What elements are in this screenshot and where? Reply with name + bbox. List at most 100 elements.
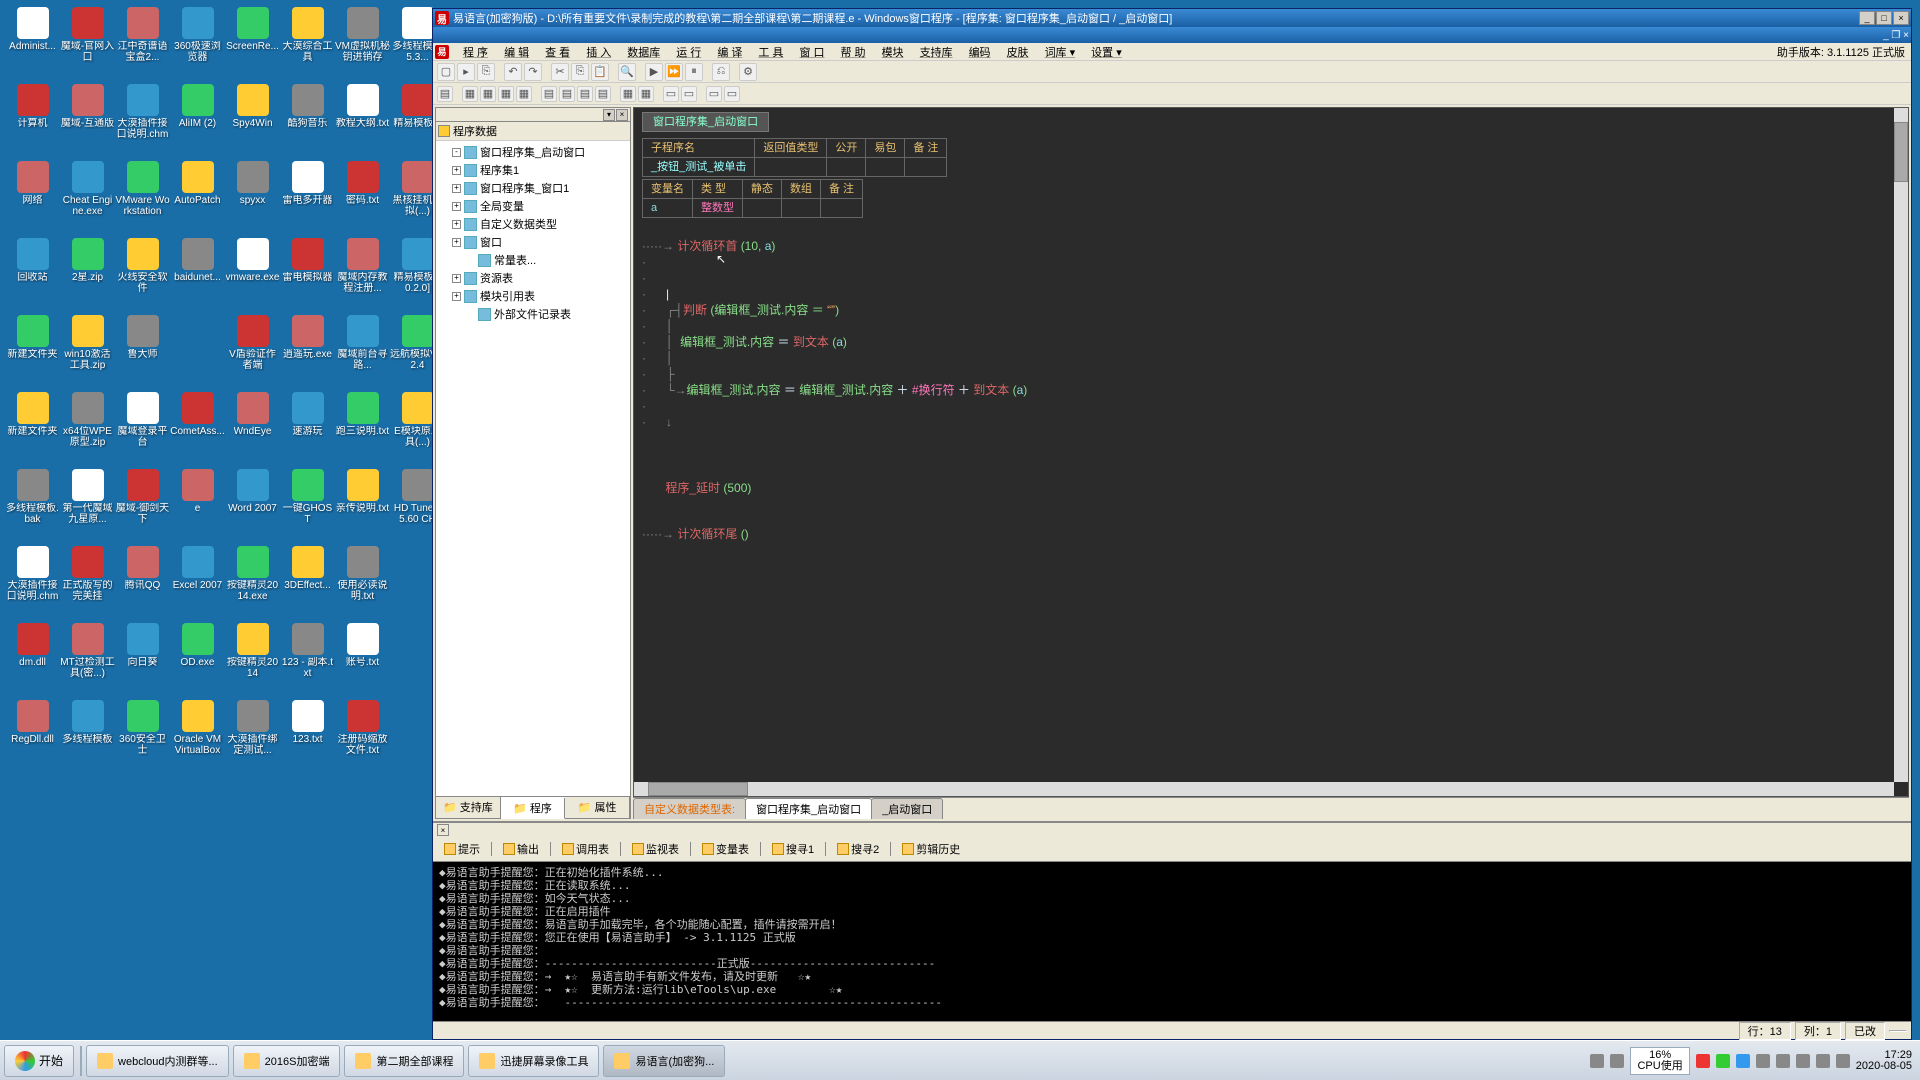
editor-vscrollbar[interactable]: [1894, 108, 1908, 782]
cpu-meter[interactable]: 16% CPU使用: [1630, 1047, 1689, 1075]
code-editor[interactable]: 窗口程序集_启动窗口 子程序名返回值类型公开易包备 注 _按钮_测试_被单击 变…: [633, 107, 1909, 797]
desktop-shortcut[interactable]: Spy4Win: [225, 82, 280, 157]
desktop-shortcut[interactable]: Oracle VM VirtualBox: [170, 698, 225, 773]
tray-icon[interactable]: [1816, 1054, 1830, 1068]
desktop-shortcut[interactable]: Word 2007: [225, 467, 280, 542]
desktop-shortcut[interactable]: 新建文件夹: [5, 390, 60, 465]
desktop-shortcut[interactable]: 魔域前台寻路...: [335, 313, 390, 388]
panel-dropdown-button[interactable]: ▾: [603, 109, 615, 121]
toolbar-button[interactable]: ▭: [706, 86, 722, 102]
toolbar-button[interactable]: 📋: [591, 63, 609, 81]
toolbar-button[interactable]: ▭: [724, 86, 740, 102]
tray-icon[interactable]: [1736, 1054, 1750, 1068]
menu-item[interactable]: 编码: [961, 47, 999, 59]
taskbar-item[interactable]: 2016S加密端: [233, 1045, 341, 1077]
desktop-shortcut[interactable]: 大漠综合工具: [280, 5, 335, 80]
desktop-shortcut[interactable]: dm.dll: [5, 621, 60, 696]
desktop-shortcut[interactable]: spyxx: [225, 159, 280, 234]
desktop-shortcut[interactable]: Excel 2007: [170, 544, 225, 619]
outer-title-bar[interactable]: 易 易语言(加密狗版) - D:\所有重要文件\录制完成的教程\第二期全部课程\…: [433, 9, 1911, 27]
toolbar-button[interactable]: ⚙: [739, 63, 757, 81]
tray-icon[interactable]: [1716, 1054, 1730, 1068]
toolbar-button[interactable]: ▦: [516, 86, 532, 102]
desktop-shortcut[interactable]: 计算机: [5, 82, 60, 157]
desktop-shortcut[interactable]: 逍遥玩.exe: [280, 313, 335, 388]
desktop-shortcut[interactable]: 魔域内存教程注册...: [335, 236, 390, 311]
toolbar-button[interactable]: ⎌: [712, 63, 730, 81]
output-tab[interactable]: 变量表: [695, 839, 756, 859]
mdi-minimize-button[interactable]: _: [1883, 30, 1889, 41]
toolbar-button[interactable]: ▤: [541, 86, 557, 102]
desktop-shortcut[interactable]: 大漠插件接口说明.chm: [115, 82, 170, 157]
output-tab[interactable]: 监视表: [625, 839, 686, 859]
start-button[interactable]: 开始: [4, 1045, 74, 1077]
project-tree[interactable]: -窗口程序集_启动窗口+程序集1+窗口程序集_窗口1+全局变量+自定义数据类型+…: [436, 141, 630, 796]
tray-icon[interactable]: [1590, 1054, 1604, 1068]
toolbar-button[interactable]: ▦: [620, 86, 636, 102]
maximize-button[interactable]: □: [1876, 11, 1892, 25]
mdi-restore-button[interactable]: ❐: [1891, 30, 1900, 41]
desktop-shortcut[interactable]: 一键GHOST: [280, 467, 335, 542]
toolbar-button[interactable]: ▤: [559, 86, 575, 102]
desktop-shortcut[interactable]: 回收站: [5, 236, 60, 311]
desktop-shortcut[interactable]: 向日葵: [115, 621, 170, 696]
tree-node[interactable]: 外部文件记录表: [438, 305, 628, 323]
desktop-shortcut[interactable]: 火线安全软件: [115, 236, 170, 311]
clock[interactable]: 17:29 2020-08-05: [1856, 1050, 1912, 1072]
output-tab[interactable]: 提示: [437, 839, 487, 859]
desktop-shortcut[interactable]: V盾验证作者端: [225, 313, 280, 388]
desktop-shortcut[interactable]: 使用必读说明.txt: [335, 544, 390, 619]
desktop-shortcut[interactable]: 魔域登录平台: [115, 390, 170, 465]
desktop-shortcut[interactable]: VM虚拟机秘钥进销存: [335, 5, 390, 80]
desktop-shortcut[interactable]: 按键精灵2014.exe: [225, 544, 280, 619]
output-tab[interactable]: 调用表: [555, 839, 616, 859]
desktop-shortcut[interactable]: 123.txt: [280, 698, 335, 773]
menu-item[interactable]: 编 译: [709, 47, 750, 59]
desktop-shortcut[interactable]: OD.exe: [170, 621, 225, 696]
toolbar-button[interactable]: ▦: [498, 86, 514, 102]
desktop-shortcut[interactable]: 酷狗音乐: [280, 82, 335, 157]
tray-icon[interactable]: [1836, 1054, 1850, 1068]
minimize-button[interactable]: _: [1859, 11, 1875, 25]
editor-tab[interactable]: _启动窗口: [871, 798, 943, 819]
toolbar-button[interactable]: ▤: [577, 86, 593, 102]
desktop-shortcut[interactable]: 大漠插件绑定测试...: [225, 698, 280, 773]
desktop-shortcut[interactable]: 魔域-御剑天下: [115, 467, 170, 542]
desktop-shortcut[interactable]: AliIM (2): [170, 82, 225, 157]
desktop-shortcut[interactable]: 教程大纲.txt: [335, 82, 390, 157]
desktop-shortcut[interactable]: 按键精灵2014: [225, 621, 280, 696]
toolbar-button[interactable]: ▤: [595, 86, 611, 102]
desktop-shortcut[interactable]: 雷电模拟器: [280, 236, 335, 311]
toolbar-button[interactable]: ▤: [437, 86, 453, 102]
tray-icon[interactable]: [1796, 1054, 1810, 1068]
editor-tab[interactable]: 自定义数据类型表:: [633, 798, 746, 819]
desktop-shortcut[interactable]: ScreenRe...: [225, 5, 280, 80]
tray-icon[interactable]: [1776, 1054, 1790, 1068]
toolbar-button[interactable]: ✂: [551, 63, 569, 81]
tree-node[interactable]: +模块引用表: [438, 287, 628, 305]
desktop-shortcut[interactable]: RegDll.dll: [5, 698, 60, 773]
desktop-shortcut[interactable]: 多线程模板.bak: [5, 467, 60, 542]
desktop-shortcut[interactable]: [170, 313, 225, 388]
desktop-shortcut[interactable]: 多线程模板: [60, 698, 115, 773]
taskbar-item[interactable]: 第二期全部课程: [344, 1045, 464, 1077]
tree-node[interactable]: 常量表...: [438, 251, 628, 269]
desktop-shortcut[interactable]: 第一代魔域九星原...: [60, 467, 115, 542]
project-tab[interactable]: 📁 程序: [501, 798, 566, 819]
toolbar-button[interactable]: ⏸: [685, 63, 703, 81]
desktop-shortcut[interactable]: VMware Workstation: [115, 159, 170, 234]
menu-item[interactable]: 支持库: [912, 47, 961, 59]
tree-node[interactable]: -窗口程序集_启动窗口: [438, 143, 628, 161]
project-tab[interactable]: 📁 支持库: [436, 797, 501, 818]
desktop-shortcut[interactable]: 魔域-互通版: [60, 82, 115, 157]
editor-hscrollbar[interactable]: [634, 782, 1894, 796]
desktop-shortcut[interactable]: AutoPatch: [170, 159, 225, 234]
toolbar-button[interactable]: ↷: [524, 63, 542, 81]
desktop-shortcut[interactable]: 注册码缩放文件.txt: [335, 698, 390, 773]
desktop-shortcut[interactable]: x64位WPE原型.zip: [60, 390, 115, 465]
desktop-shortcut[interactable]: 腾讯QQ: [115, 544, 170, 619]
menu-item[interactable]: 查 看: [537, 47, 578, 59]
menu-item[interactable]: 模块: [874, 47, 912, 59]
desktop-shortcut[interactable]: 正式版写的完美挂: [60, 544, 115, 619]
desktop-shortcut[interactable]: 新建文件夹: [5, 313, 60, 388]
